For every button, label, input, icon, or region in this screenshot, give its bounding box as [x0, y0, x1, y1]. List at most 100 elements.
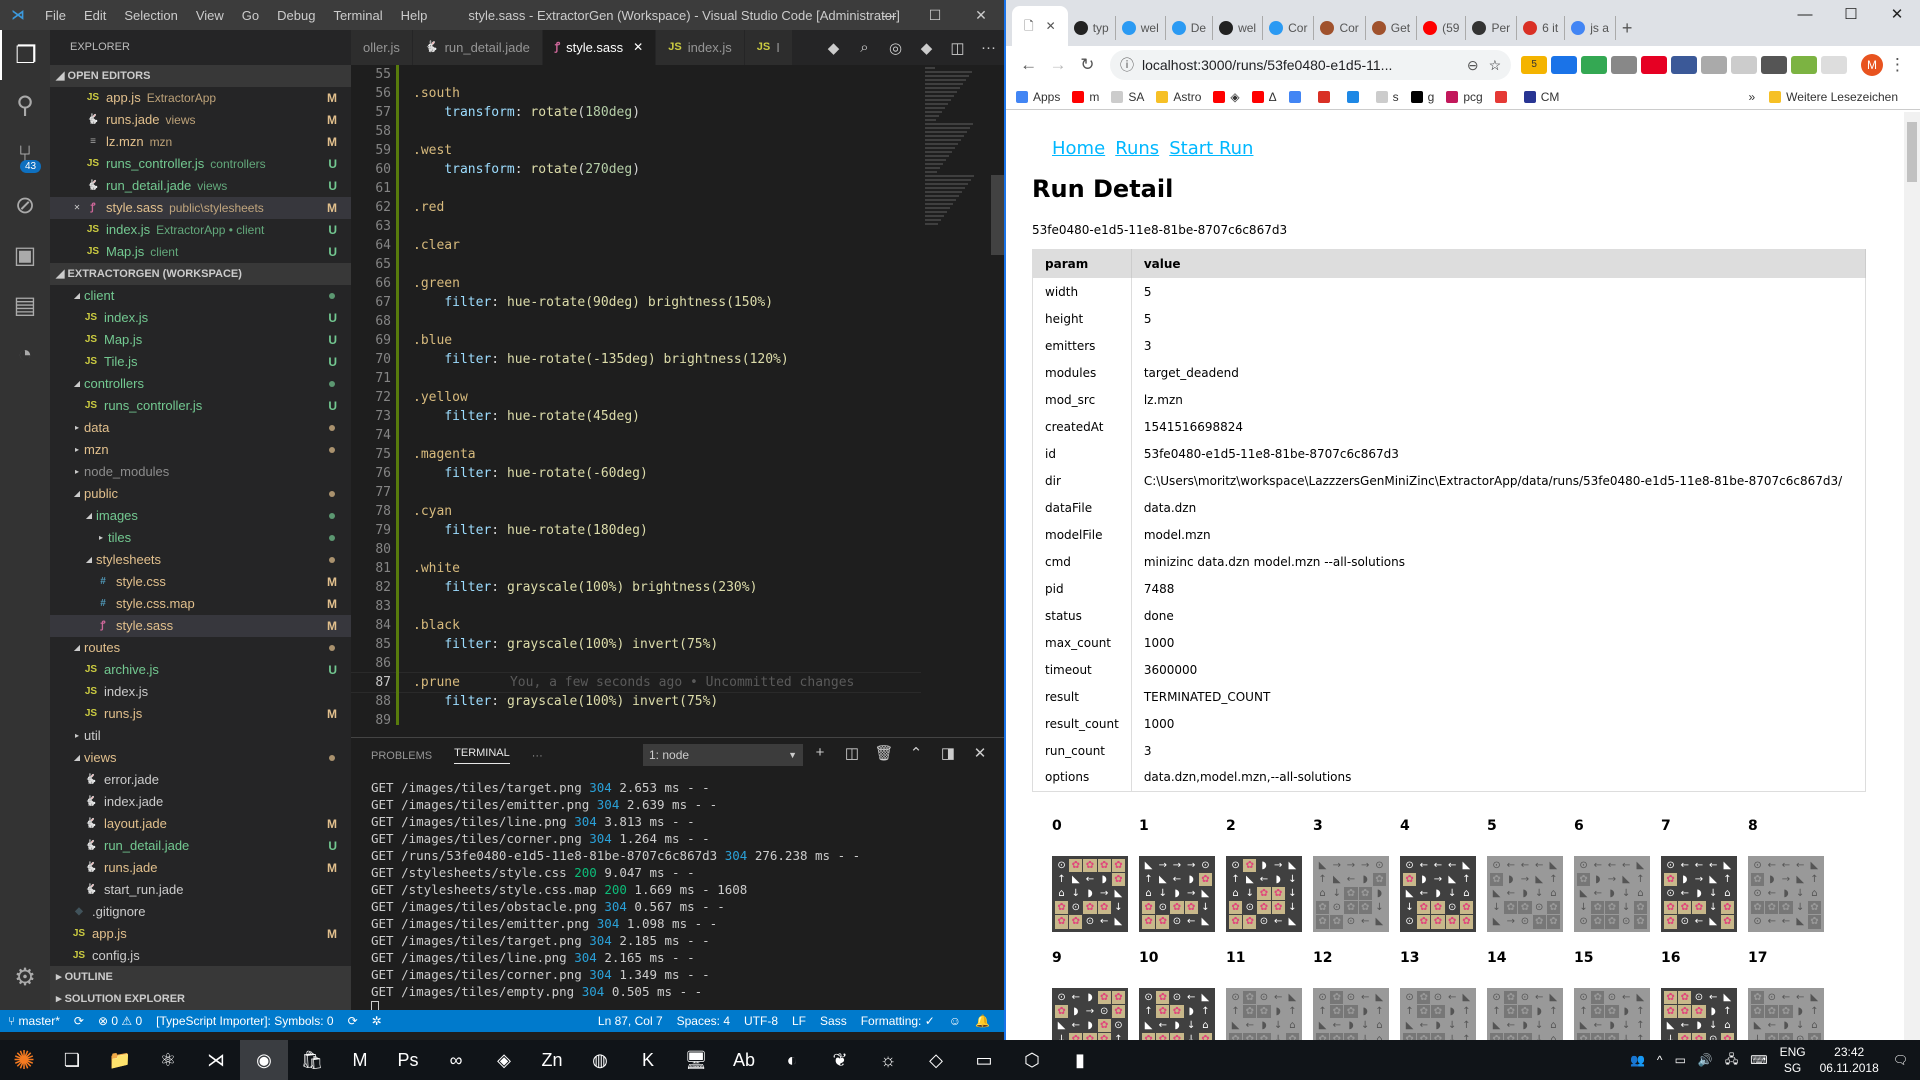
terminal-output[interactable]: GET /images/tiles/target.png 304 2.653 m… — [351, 773, 1004, 1022]
sun-app-icon[interactable]: ☼ — [864, 1040, 912, 1080]
menu-edit[interactable]: Edit — [75, 8, 115, 23]
map-thumbnail[interactable]: 5 ⊙ ← ← ← ◣ ✿ ◗ → ◣ ↑ ◣ ← ◗ ↓ ⌂ ↓ ✿ ✿ ⊙ ✿ ◣ → ⊙ ✿ ✿ — [1487, 818, 1574, 932]
browser-tab[interactable]: typ — [1068, 16, 1116, 40]
search-icon[interactable]: ⚲ — [0, 80, 50, 130]
translator-icon[interactable]: Ab — [720, 1040, 768, 1080]
folder-item[interactable]: ▸ mzn — [50, 439, 351, 461]
action-center-icon[interactable]: 🗨 — [1893, 1053, 1908, 1067]
back-button[interactable]: ← — [1014, 55, 1043, 75]
tab-problems[interactable]: PROBLEMS — [371, 750, 432, 762]
browser-tab[interactable]: wel — [1213, 16, 1264, 40]
map-thumbnail[interactable]: 15⊙✿⊙←◣↑✿✿◗↑◣←◗↓↑✿✿✿↓↑⊙✿←◣ — [1574, 950, 1661, 1040]
open-editor-item[interactable]: ≡ lz.mzn mzn M — [50, 131, 351, 153]
more-actions-icon[interactable]: ··· — [973, 39, 1004, 56]
tab-style-sass[interactable]: ꝭ style.sass ✕ — [542, 30, 657, 65]
pinterest-icon[interactable] — [1641, 56, 1668, 74]
extension-icon[interactable] — [1551, 56, 1578, 74]
split-editor-icon[interactable]: ◫ — [942, 39, 973, 57]
formatting-status[interactable]: Formatting: ✓ — [861, 1014, 935, 1028]
power-icon[interactable]: ▭ — [1675, 1053, 1686, 1067]
kill-terminal-icon[interactable]: 🗑 — [868, 744, 900, 762]
tile-grid[interactable]: ✿⊙←←◣✿✿✿◗↑◣←◗↓⌂↓✿✿⊙✿⊙✿←◣ — [1748, 987, 1824, 1040]
map-thumbnail[interactable]: 13⊙✿⊙←◣↑✿✿◗↑◣←◗↓↑✿✿✿↓↑⊙✿←◣ — [1400, 950, 1487, 1040]
chrome-menu-icon[interactable]: ⋮ — [1883, 55, 1912, 75]
notifications-bell-icon[interactable]: 🔔 — [975, 1014, 990, 1028]
folder-item[interactable]: ◢ images — [50, 505, 351, 527]
reload-button[interactable]: ↻ — [1073, 55, 1102, 75]
maximize-button[interactable]: ☐ — [912, 0, 958, 30]
menu-help[interactable]: Help — [392, 8, 437, 23]
profile-avatar[interactable]: M — [1861, 54, 1883, 76]
keyboard-icon[interactable]: ⌨ — [1750, 1053, 1767, 1067]
agent-icon[interactable]: ◇ — [912, 1040, 960, 1080]
close-icon[interactable]: ✕ — [70, 197, 84, 219]
map-thumbnail[interactable]: 0 ⊙ ✿ ✿ ✿ ✿ ↑ ◣ ← ◗ ✿ ⌂ ↓ ◗ → ◣ ✿ ⊙ ✿ ✿ ↓ ✿ ✿ ⊙ ← ◣ — [1052, 818, 1139, 932]
file-item[interactable]: JS archive.js U — [50, 659, 351, 681]
nav-link-start-run[interactable]: Start Run — [1169, 138, 1253, 159]
cursor-position[interactable]: Ln 87, Col 7 — [598, 1014, 663, 1028]
menu-go[interactable]: Go — [233, 8, 268, 23]
browser-tab[interactable]: wel — [1116, 16, 1166, 40]
tab-I[interactable]: JS I — [744, 30, 793, 65]
people-icon[interactable]: 👥 — [1630, 1053, 1645, 1067]
folder-item[interactable]: ◢ views — [50, 747, 351, 769]
map-thumbnail[interactable]: 12⊙✿⊙←◣↑✿✿◗↑◣←◗↓⌂✿✿✿↓⌂⊙✿←◣ — [1313, 950, 1400, 1040]
solution-explorer-header[interactable]: ▸ SOLUTION EXPLORER — [50, 988, 351, 1010]
file-item[interactable]: JS runs.js M — [50, 703, 351, 725]
open-editor-item[interactable]: JS Map.js client U — [50, 241, 351, 263]
open-editor-item[interactable]: JS runs_controller.js controllers U — [50, 153, 351, 175]
extension-icon[interactable] — [1731, 56, 1758, 74]
code-editor[interactable]: 55 56 .south 57 transform: rotate(180deg) 58… — [351, 65, 921, 737]
file-item[interactable]: 🐇 layout.jade M — [50, 813, 351, 835]
extension-icon[interactable] — [1701, 56, 1728, 74]
tile-grid[interactable]: ⊙ ← ← ← ◣ ✿ ◗ → ◣ ↑ ⊙ ← ◗ ↓ ⌂ ✿ ✿ ✿ ↓ ✿ ✿ ⊙ ← ◣ ✿ — [1661, 855, 1737, 932]
browser-tab[interactable]: Cor — [1314, 16, 1366, 40]
bookmark-item[interactable]: ◈ — [1213, 90, 1240, 104]
folder-item[interactable]: ▸ tiles — [50, 527, 351, 549]
zoom-icon[interactable]: ⊖ — [1467, 57, 1479, 74]
file-item[interactable]: # style.css.map M — [50, 593, 351, 615]
show-hidden-icons[interactable]: ^ — [1657, 1053, 1663, 1067]
browser-tab[interactable]: js a — [1565, 16, 1616, 40]
virtualbox-icon[interactable]: ⬡ — [1008, 1040, 1056, 1080]
map-thumbnail[interactable]: 11⊙✿⊙←◣↑✿✿◗↑◣←◗↓⌂✿✿✿↓✿⊙✿←◣ — [1226, 950, 1313, 1040]
photoshop-icon[interactable]: Ps — [384, 1040, 432, 1080]
file-item[interactable]: ◆ .gitignore — [50, 901, 351, 923]
file-item[interactable]: 🐇 runs.jade M — [50, 857, 351, 879]
open-editor-item[interactable]: JS index.js ExtractorApp • client U — [50, 219, 351, 241]
bookmarks-overflow-button[interactable]: » — [1748, 90, 1755, 104]
minimize-button[interactable]: — — [866, 0, 912, 30]
file-item[interactable]: 🐇 error.jade — [50, 769, 351, 791]
tile-grid[interactable]: ⊙←◗✿✿✿◗→⊙✿◣←◗✿⊙↓✿✿✿↑⊙✿✿⊙◣ — [1052, 987, 1128, 1040]
map-thumbnail[interactable]: 6 ⊙ ← ← ← ◣ ✿ ◗ → ◣ ↑ ◣ ← ◗ ↓ ⌂ ↓ ✿ ✿ ↓ ✿ ⊙ ✿ ✿ ⊙ ✿ — [1574, 818, 1661, 932]
browser-tab[interactable]: (59 — [1417, 16, 1467, 40]
menu-debug[interactable]: Debug — [268, 8, 324, 23]
volume-icon[interactable]: 🔊 — [1698, 1053, 1713, 1067]
browser-tab[interactable]: Per — [1466, 16, 1518, 40]
encoding[interactable]: UTF-8 — [744, 1014, 778, 1028]
git-lens-icon[interactable]: ◔ — [0, 330, 50, 380]
map-thumbnail[interactable]: 3 ◣ → → → ⊙ ↑ ◣ ← ◗ ✿ ⌂ ↓ ✿ ✿ ◗ ✿ ⊙ ✿ ✿ ↓ ✿ ✿ ⊙ ← ◣ — [1313, 818, 1400, 932]
clock[interactable]: 23:42 06.11.2018 — [1820, 1044, 1879, 1076]
vscode-icon[interactable]: ⋊ — [192, 1040, 240, 1080]
fl-studio-icon[interactable]: ❦ — [816, 1040, 864, 1080]
ts-importer-status[interactable]: [TypeScript Importer]: Symbols: 0 — [156, 1014, 333, 1028]
chrome-icon[interactable]: ◉ — [240, 1040, 288, 1080]
atom-icon[interactable]: ⚛ — [144, 1040, 192, 1080]
task-view-icon[interactable]: ❏ — [48, 1040, 96, 1080]
extension-icon[interactable] — [1581, 56, 1608, 74]
open-editor-item[interactable]: ✕ ꝭ style.sass public\stylesheets M — [50, 197, 351, 219]
extension-icon[interactable]: 5 — [1521, 56, 1548, 74]
bookmark-item[interactable] — [1346, 90, 1364, 104]
menu-selection[interactable]: Selection — [115, 8, 186, 23]
tile-grid[interactable]: ⊙✿⊙←◣↑✿✿◗↑◣←◗↓↑✿✿✿↓↑⊙✿←◣ — [1400, 987, 1476, 1040]
start-icon[interactable]: ✺ — [0, 1040, 48, 1080]
menu-file[interactable]: File — [36, 8, 75, 23]
chrome-close-button[interactable]: ✕ — [1874, 0, 1920, 30]
blender-icon[interactable]: ◐ — [768, 1040, 816, 1080]
browser-tab[interactable]: De — [1166, 16, 1214, 40]
folder-item[interactable]: ◢ controllers — [50, 373, 351, 395]
tile-grid[interactable]: ⊙✿⊙←◣↑✿✿◗↑◣←◗↓⌂✿✿✿↓✿⊙✿←◣ — [1226, 987, 1302, 1040]
line-ending[interactable]: LF — [792, 1014, 806, 1028]
tile-grid[interactable]: ⊙ ✿ ✿ ✿ ✿ ↑ ◣ ← ◗ ✿ ⌂ ↓ ◗ → ◣ ✿ ⊙ ✿ ✿ ↓ ✿ ✿ ⊙ ← ◣ — [1052, 855, 1128, 932]
